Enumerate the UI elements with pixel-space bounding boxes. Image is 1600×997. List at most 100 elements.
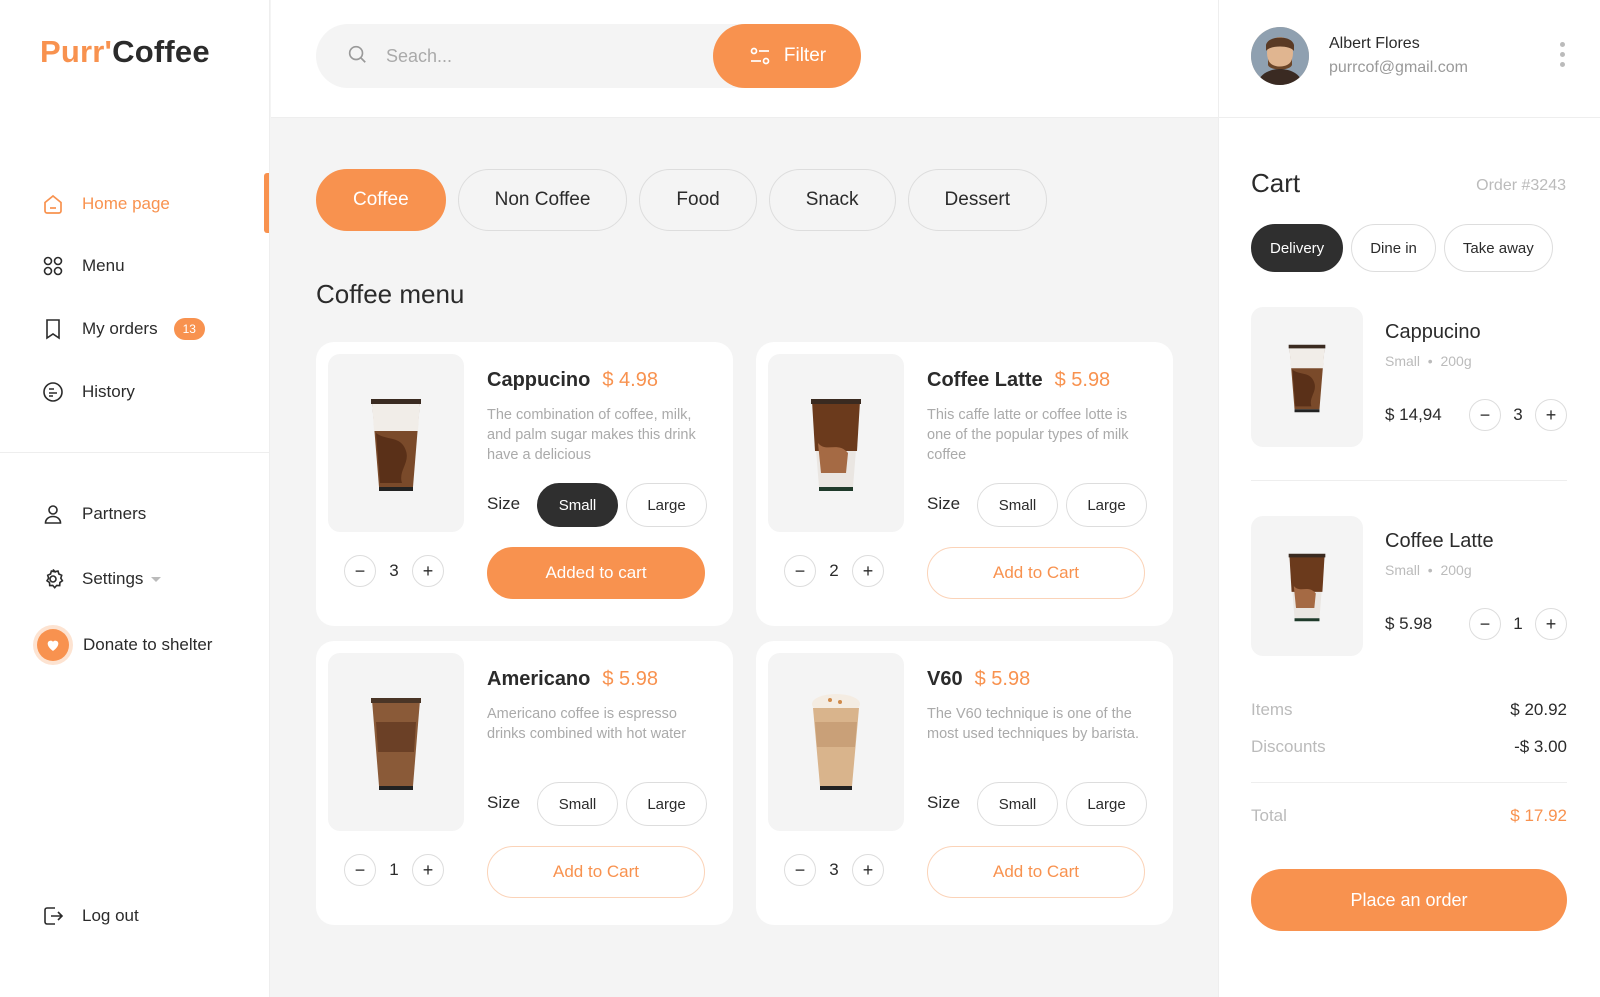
decrement-button[interactable]: − — [344, 555, 376, 587]
quantity-stepper: − 3 + — [1469, 399, 1567, 431]
add-to-cart-button[interactable]: Add to Cart — [927, 846, 1145, 898]
quantity-stepper: − 2 + — [784, 555, 884, 587]
top-bar: Filter — [271, 0, 1218, 118]
quantity-value: 1 — [1513, 614, 1523, 633]
heart-icon — [37, 629, 69, 661]
active-indicator — [264, 173, 269, 233]
summary-total-label: Total — [1251, 806, 1287, 825]
quantity-value: 3 — [389, 561, 399, 580]
tab-dine-in[interactable]: Dine in — [1351, 224, 1436, 272]
size-small-button[interactable]: Small — [977, 483, 1058, 527]
size-large-button[interactable]: Large — [626, 483, 707, 527]
sidebar-item-home[interactable]: Home page — [40, 188, 170, 220]
product-name: Americano $ 5.98 — [487, 668, 658, 690]
order-number: Order #3243 — [1476, 177, 1566, 194]
sidebar-item-my-orders[interactable]: My orders 13 — [40, 313, 205, 345]
user-profile: Albert Flores purrcof@gmail.com — [1219, 0, 1600, 118]
search-icon — [346, 43, 368, 70]
sidebar-item-history[interactable]: History — [40, 376, 135, 408]
quantity-value: 2 — [829, 561, 839, 580]
filter-icon — [750, 47, 770, 65]
sidebar-item-label: Menu — [82, 256, 125, 275]
product-price: $ 5.98 — [974, 668, 1031, 690]
search-bar: Filter — [316, 24, 861, 88]
size-small-button[interactable]: Small — [537, 483, 618, 527]
tab-snack[interactable]: Snack — [768, 169, 896, 231]
product-name: Cappucino $ 4.98 — [487, 369, 658, 391]
sidebar-item-settings[interactable]: Settings — [40, 563, 162, 595]
product-description: The combination of coffee, milk, and pal… — [487, 407, 696, 463]
product-description: The V60 technique is one of the most use… — [927, 706, 1139, 742]
search-input[interactable] — [386, 45, 686, 67]
sidebar-item-partners[interactable]: Partners — [40, 498, 146, 530]
home-icon — [40, 191, 66, 217]
size-options: Small Large — [537, 782, 707, 826]
cart-title: Cart — [1251, 168, 1301, 198]
cart-item-name: Coffee Latte — [1385, 530, 1494, 552]
sidebar-item-menu[interactable]: Menu — [40, 250, 125, 282]
summary-discounts-row: Discounts -$ 3.00 — [1251, 737, 1567, 757]
summary-items-label: Items — [1251, 700, 1293, 719]
decrement-button[interactable]: − — [344, 854, 376, 886]
avatar[interactable] — [1251, 27, 1309, 85]
tab-food[interactable]: Food — [639, 169, 757, 231]
size-small-button[interactable]: Small — [977, 782, 1058, 826]
size-large-button[interactable]: Large — [1066, 483, 1147, 527]
summary-total-row: Total $ 17.92 — [1251, 806, 1567, 826]
product-card: Coffee Latte $ 5.98 This caffe latte or c… — [756, 342, 1173, 626]
size-large-button[interactable]: Large — [626, 782, 707, 826]
tab-take-away[interactable]: Take away — [1443, 224, 1553, 272]
cart-item-meta: Small • 200g — [1385, 353, 1472, 369]
increment-button[interactable]: + — [412, 555, 444, 587]
tab-delivery[interactable]: Delivery — [1251, 224, 1344, 272]
add-to-cart-button[interactable]: Added to cart — [487, 547, 705, 599]
summary-total-value: $ 17.92 — [1510, 806, 1567, 825]
sidebar-item-donate[interactable]: Donate to shelter — [37, 629, 212, 661]
size-large-button[interactable]: Large — [1066, 782, 1147, 826]
sidebar-item-label: Settings — [82, 569, 144, 588]
tab-non-coffee[interactable]: Non Coffee — [457, 169, 628, 231]
sidebar-item-label: Partners — [82, 504, 147, 523]
summary-items-row: Items $ 20.92 — [1251, 700, 1567, 720]
brand-logo[interactable]: Purr'Coffee — [40, 34, 210, 70]
add-to-cart-button[interactable]: Add to Cart — [487, 846, 705, 898]
increment-button[interactable]: + — [1535, 608, 1567, 640]
decrement-button[interactable]: − — [1469, 399, 1501, 431]
increment-button[interactable]: + — [852, 854, 884, 886]
increment-button[interactable]: + — [412, 854, 444, 886]
cart-panel: Albert Flores purrcof@gmail.com Cart Ord… — [1218, 0, 1600, 997]
receipt-icon — [40, 316, 66, 342]
cart-item-price: $ 5.98 — [1385, 614, 1433, 633]
logout-button[interactable]: Log out — [40, 900, 139, 932]
product-card: Cappucino $ 4.98 The combination of coffe… — [316, 342, 733, 626]
summary-discounts-label: Discounts — [1251, 737, 1326, 756]
decrement-button[interactable]: − — [784, 555, 816, 587]
logout-label: Log out — [82, 906, 139, 925]
user-icon — [40, 501, 66, 527]
more-options-icon[interactable] — [1560, 42, 1565, 67]
quantity-stepper: − 1 + — [344, 854, 444, 886]
product-image — [768, 653, 904, 831]
brand-logo-part2: Coffee — [112, 34, 210, 69]
tab-coffee[interactable]: Coffee — [316, 169, 446, 231]
cart-item: Cappucino Small • 200g $ 14,94 − 3 + — [1251, 307, 1567, 447]
filter-label: Filter — [783, 45, 827, 66]
summary-divider — [1251, 782, 1567, 783]
size-small-button[interactable]: Small — [537, 782, 618, 826]
increment-button[interactable]: + — [852, 555, 884, 587]
add-to-cart-button[interactable]: Add to Cart — [927, 547, 1145, 599]
summary-discounts-value: -$ 3.00 — [1514, 737, 1567, 756]
orders-count-badge: 13 — [173, 318, 205, 340]
decrement-button[interactable]: − — [1469, 608, 1501, 640]
sidebar-item-label: My orders — [82, 319, 158, 338]
quantity-stepper: − 1 + — [1469, 608, 1567, 640]
filter-button[interactable]: Filter — [713, 24, 861, 88]
tab-dessert[interactable]: Dessert — [907, 169, 1048, 231]
decrement-button[interactable]: − — [784, 854, 816, 886]
history-icon — [40, 379, 66, 405]
increment-button[interactable]: + — [1535, 399, 1567, 431]
place-order-button[interactable]: Place an order — [1251, 869, 1567, 931]
gear-icon — [40, 566, 66, 592]
cart-item-price: $ 14,94 — [1385, 405, 1442, 424]
product-name: Coffee Latte $ 5.98 — [927, 369, 1111, 391]
